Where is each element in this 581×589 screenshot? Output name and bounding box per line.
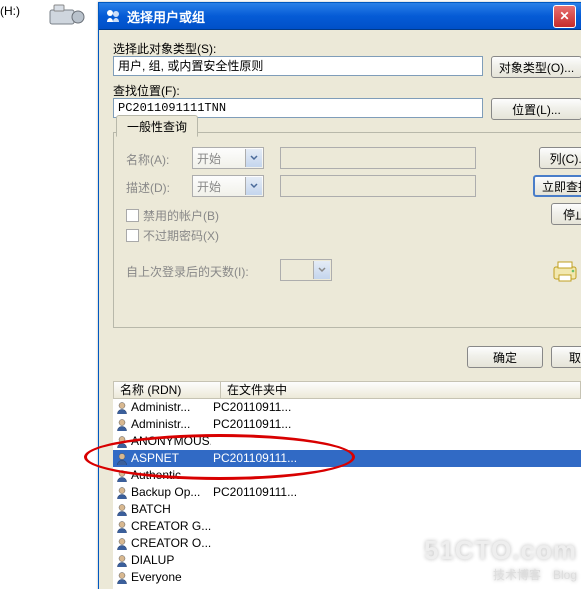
cell-folder: PC201109111...	[211, 484, 297, 501]
dialog-title: 选择用户或组	[127, 7, 553, 26]
user-icon	[115, 486, 129, 500]
user-icon	[115, 401, 129, 415]
cell-name: Administr...	[131, 399, 211, 416]
cell-name: Administr...	[131, 416, 211, 433]
cell-name: Backup Op...	[131, 484, 211, 501]
cell-name: Authentic...	[131, 467, 211, 484]
user-icon	[115, 554, 129, 568]
location-button[interactable]: 位置(L)...	[491, 98, 581, 120]
table-row[interactable]: Authentic...	[113, 467, 581, 484]
user-icon	[115, 520, 129, 534]
close-button[interactable]: ✕	[553, 5, 576, 28]
object-types-field[interactable]: 用户, 组, 或内置安全性原则	[113, 56, 483, 76]
desc-label: 描述(D):	[126, 179, 170, 196]
user-icon	[115, 435, 129, 449]
user-icon	[115, 418, 129, 432]
table-row[interactable]: CREATOR G...	[113, 518, 581, 535]
cell-name: DIALUP	[131, 552, 211, 569]
col-folder[interactable]: 在文件夹中	[221, 382, 581, 398]
table-row[interactable]: DIALUP	[113, 552, 581, 569]
user-icon	[115, 571, 129, 585]
chevron-down-icon	[313, 261, 330, 279]
table-row[interactable]: Administr...PC20110911...	[113, 416, 581, 433]
name-mode-combo[interactable]: 开始	[192, 147, 264, 169]
object-types-button[interactable]: 对象类型(O)...	[491, 56, 581, 78]
cell-name: BATCH	[131, 501, 211, 518]
non-expiring-password-checkbox[interactable]: 不过期密码(X)	[126, 227, 219, 244]
table-row[interactable]: ASPNETPC201109111...	[113, 450, 581, 467]
select-users-dialog: 选择用户或组 ✕ 选择此对象类型(S): 用户, 组, 或内置安全性原则 对象类…	[98, 2, 581, 589]
object-types-label: 选择此对象类型(S):	[113, 40, 216, 57]
table-row[interactable]: CREATOR O...	[113, 535, 581, 552]
name-label: 名称(A):	[126, 151, 169, 168]
user-icon	[115, 469, 129, 483]
results-header[interactable]: 名称 (RDN) 在文件夹中	[113, 381, 581, 399]
cell-name: Everyone	[131, 569, 211, 586]
cell-folder: PC20110911...	[211, 416, 291, 433]
days-since-login-label: 自上次登录后的天数(I):	[126, 263, 249, 280]
col-name[interactable]: 名称 (RDN)	[114, 382, 221, 398]
disabled-accounts-checkbox[interactable]: 禁用的帐户(B)	[126, 207, 219, 224]
query-panel: 一般性查询 名称(A): 开始 描述(D): 开始 禁用的帐户(B	[113, 132, 581, 328]
printer-icon	[552, 261, 580, 283]
titlebar[interactable]: 选择用户或组 ✕	[99, 3, 581, 30]
titlebar-users-icon	[105, 8, 121, 24]
cell-name: CREATOR G...	[131, 518, 211, 535]
table-row[interactable]: ANONYMOUS...	[113, 433, 581, 450]
results-list[interactable]: Administr...PC20110911...Administr...PC2…	[113, 399, 581, 589]
drive-label: (H:)	[0, 4, 20, 18]
cell-name: ANONYMOUS...	[131, 433, 211, 450]
cancel-button[interactable]: 取消	[551, 346, 581, 368]
days-combo[interactable]	[280, 259, 332, 281]
columns-button[interactable]: 列(C)...	[539, 147, 581, 169]
location-label: 查找位置(F):	[113, 82, 180, 99]
user-icon	[115, 452, 129, 466]
user-icon	[115, 537, 129, 551]
cell-folder: PC20110911...	[211, 399, 291, 416]
table-row[interactable]: Administr...PC20110911...	[113, 399, 581, 416]
camcorder-icon	[48, 2, 88, 30]
ok-button[interactable]: 确定	[467, 346, 543, 368]
table-row[interactable]: BATCH	[113, 501, 581, 518]
user-icon	[115, 503, 129, 517]
stop-button[interactable]: 停止	[551, 203, 581, 225]
tab-general-query[interactable]: 一般性查询	[116, 115, 198, 137]
desc-mode-combo[interactable]: 开始	[192, 175, 264, 197]
cell-folder: PC201109111...	[211, 450, 297, 467]
cell-name: CREATOR O...	[131, 535, 211, 552]
chevron-down-icon	[245, 177, 262, 195]
chevron-down-icon	[245, 149, 262, 167]
table-row[interactable]: Backup Op...PC201109111...	[113, 484, 581, 501]
find-now-button[interactable]: 立即查找	[533, 175, 581, 197]
name-value-field[interactable]	[280, 147, 476, 169]
cell-name: ASPNET	[131, 450, 211, 467]
desc-value-field[interactable]	[280, 175, 476, 197]
table-row[interactable]: Everyone	[113, 569, 581, 586]
